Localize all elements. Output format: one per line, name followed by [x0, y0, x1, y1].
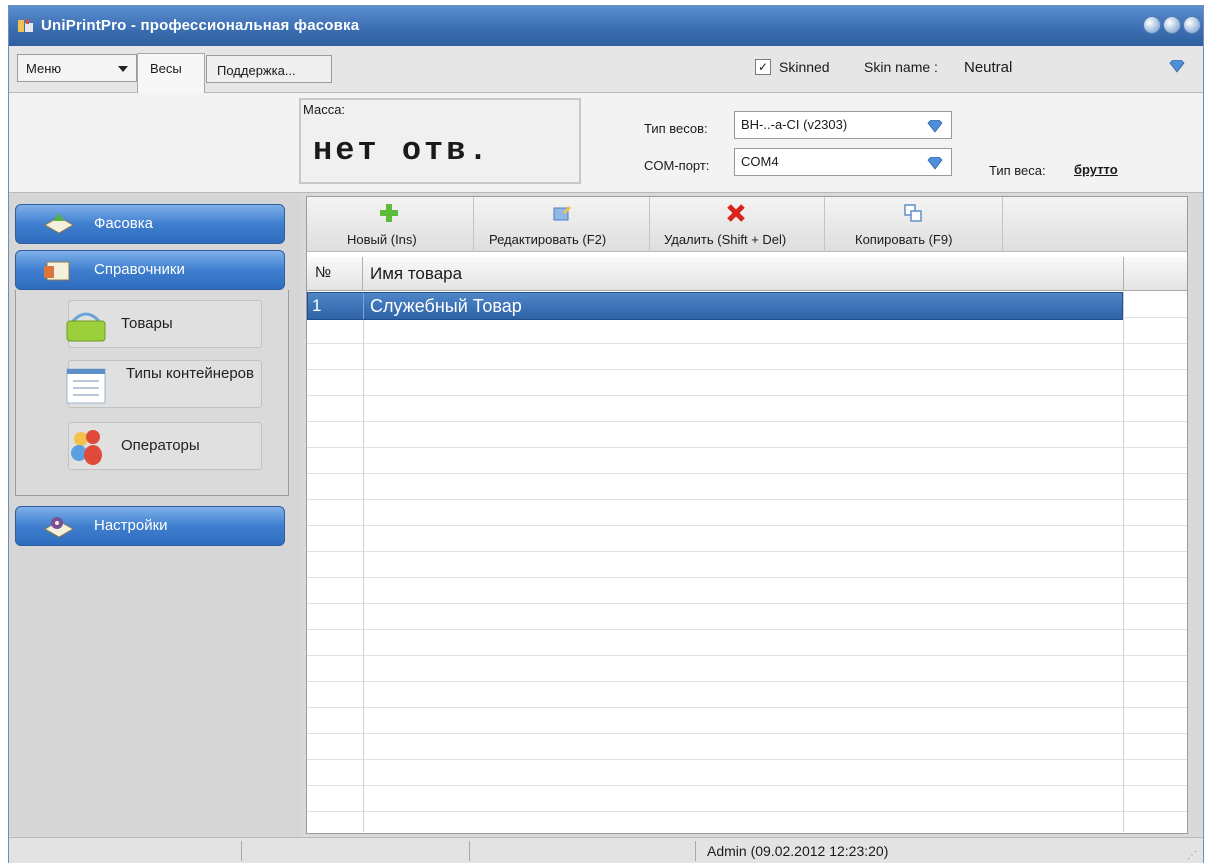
- chevron-down-icon: [118, 66, 128, 72]
- delete-x-icon: [727, 204, 745, 222]
- column-divider: [1123, 292, 1124, 832]
- edit-label: Редактировать (F2): [489, 232, 607, 247]
- nav-settings-label: Настройки: [94, 517, 168, 534]
- edit-icon: [553, 206, 571, 221]
- table-header: № Имя товара: [307, 257, 1187, 291]
- close-button[interactable]: [1183, 16, 1201, 34]
- copy-icon: [904, 204, 922, 222]
- users-icon: [71, 430, 102, 465]
- references-icon: [44, 261, 70, 281]
- new-label: Новый (Ins): [347, 232, 417, 247]
- references-subpanel: Товары Типы контейнеров Операторы: [15, 290, 289, 496]
- new-button[interactable]: Новый (Ins): [307, 197, 474, 252]
- weight-type-label: Тип веса:: [989, 163, 1046, 178]
- menu-label: Меню: [26, 61, 62, 76]
- ribbon-tab-strip: Меню Весы Поддержка... ✓ Skinned Skin na…: [9, 46, 1203, 93]
- status-separator: [469, 841, 470, 861]
- tab-support-label: Поддержка...: [217, 63, 296, 78]
- status-user: Admin (09.02.2012 12:23:20): [707, 843, 889, 859]
- sidebar-item-operators[interactable]: Операторы: [68, 422, 262, 470]
- mass-value: нет отв.: [313, 132, 491, 169]
- table-body: 1 Служебный Товар: [307, 292, 1187, 832]
- packing-icon: [43, 213, 75, 234]
- scale-type-value: ВН-..-а-CI (v2303): [741, 117, 848, 132]
- products-table: № Имя товара 1 Служебный Товар: [307, 257, 1187, 833]
- row-number-cell: 1: [312, 296, 322, 315]
- tab-weights-label: Весы: [150, 61, 182, 76]
- row-divider: [363, 293, 364, 319]
- status-separator: [241, 841, 242, 861]
- app-window: UniPrintPro - профессиональная фасовка М…: [8, 5, 1204, 863]
- app-logo-icon: [18, 19, 33, 32]
- status-bar: Admin (09.02.2012 12:23:20) ⋰: [9, 837, 1203, 863]
- scale-type-label: Тип весов:: [644, 121, 708, 136]
- scale-type-select[interactable]: ВН-..-а-CI (v2303): [734, 111, 952, 139]
- menu-dropdown[interactable]: Меню: [17, 54, 137, 82]
- nav-packing[interactable]: Фасовка: [15, 204, 285, 244]
- minimize-button[interactable]: [1143, 16, 1161, 34]
- edit-button[interactable]: Редактировать (F2): [474, 197, 650, 252]
- skin-name-label: Skin name :: [864, 59, 938, 75]
- column-header-number[interactable]: №: [307, 257, 363, 291]
- copy-label: Копировать (F9): [855, 232, 953, 247]
- status-separator: [695, 841, 696, 861]
- dropdown-arrow-icon: [927, 157, 943, 170]
- delete-button[interactable]: Удалить (Shift + Del): [650, 197, 825, 252]
- list-icon: [66, 368, 106, 404]
- resize-grip-icon[interactable]: ⋰: [1187, 850, 1197, 861]
- settings-icon: [43, 517, 75, 538]
- skin-name-value: Neutral: [964, 59, 1013, 76]
- mass-display: Масса: нет отв.: [299, 98, 581, 184]
- column-divider: [363, 292, 364, 832]
- column-header-number-label: №: [315, 264, 332, 281]
- column-header-product-name-label: Имя товара: [370, 264, 463, 283]
- dropdown-arrow-icon: [927, 120, 943, 133]
- title-bar[interactable]: UniPrintPro - профессиональная фасовка: [9, 6, 1203, 46]
- weight-panel: Масса: нет отв. Тип весов: ВН-..-а-CI (v…: [9, 93, 1203, 193]
- skinned-checkbox[interactable]: ✓: [755, 59, 771, 75]
- table-row[interactable]: 1 Служебный Товар: [307, 292, 1123, 320]
- products-label: Товары: [121, 315, 173, 332]
- delete-label: Удалить (Shift + Del): [664, 232, 787, 247]
- operators-label: Операторы: [121, 437, 200, 454]
- com-port-value: COM4: [741, 154, 779, 169]
- mass-label: Масса:: [303, 102, 346, 117]
- window-title: UniPrintPro - профессиональная фасовка: [41, 17, 360, 34]
- com-port-label: COM-порт:: [644, 158, 710, 173]
- sidebar-item-container-types[interactable]: Типы контейнеров: [66, 360, 262, 408]
- plus-icon: [380, 204, 398, 222]
- copy-button[interactable]: Копировать (F9): [825, 197, 1003, 252]
- row-name-cell: Служебный Товар: [370, 296, 522, 316]
- nav-packing-label: Фасовка: [94, 215, 153, 232]
- skinned-label: Skinned: [779, 59, 830, 75]
- weight-type-link[interactable]: брутто: [1074, 162, 1118, 177]
- com-port-select[interactable]: COM4: [734, 148, 952, 176]
- skin-dropdown-icon[interactable]: [1169, 60, 1185, 73]
- nav-references[interactable]: Справочники: [15, 250, 285, 290]
- container-types-label: Типы контейнеров: [125, 365, 254, 382]
- navigation-sidebar: Фасовка Справочники Товары Типы контейне…: [9, 194, 301, 836]
- column-header-extra: [1124, 257, 1188, 291]
- basket-icon: [66, 312, 106, 342]
- sidebar-item-products[interactable]: Товары: [66, 300, 262, 348]
- nav-settings[interactable]: Настройки: [15, 506, 285, 546]
- column-header-product-name[interactable]: Имя товара: [364, 257, 1124, 291]
- maximize-button[interactable]: [1163, 16, 1181, 34]
- nav-references-label: Справочники: [94, 261, 185, 278]
- toolbar: Новый (Ins) Редактировать (F2) Удалить (…: [307, 197, 1187, 252]
- main-panel: Новый (Ins) Редактировать (F2) Удалить (…: [306, 196, 1188, 834]
- tab-weights[interactable]: Весы: [137, 53, 205, 93]
- tab-support[interactable]: Поддержка...: [206, 55, 332, 83]
